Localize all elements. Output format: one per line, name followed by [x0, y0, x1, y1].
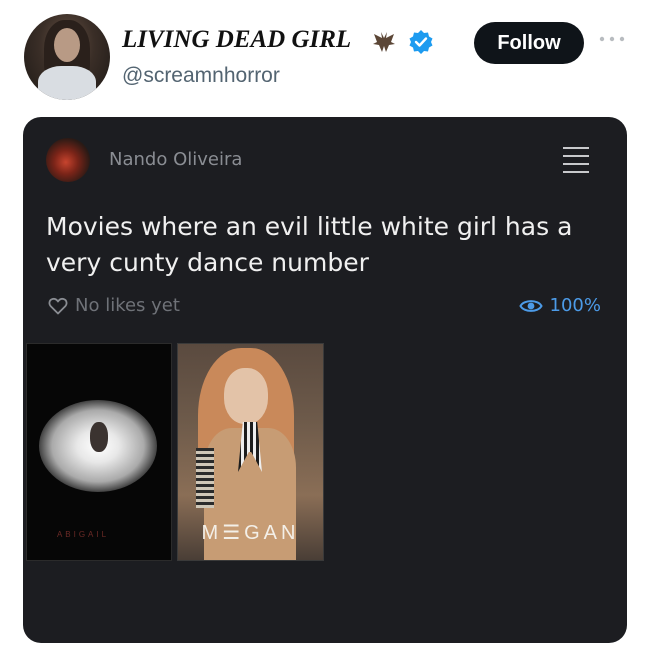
heart-icon — [48, 297, 68, 314]
eye-icon — [518, 299, 543, 312]
doll-sleeve — [196, 448, 214, 508]
menu-icon[interactable] — [563, 147, 589, 177]
likes-indicator[interactable]: No likes yet — [48, 295, 180, 316]
avatar-face — [54, 28, 80, 62]
more-options-icon[interactable] — [598, 34, 626, 44]
doll-face — [224, 368, 268, 424]
post-author-avatar[interactable] — [46, 138, 90, 182]
embedded-post-card[interactable]: Nando Oliveira Movies where an evil litt… — [23, 117, 627, 643]
likes-label: No likes yet — [75, 295, 180, 316]
poster-title-abigail: ABIGAIL — [56, 530, 110, 539]
user-handle[interactable]: @screamnhorror — [122, 64, 280, 88]
poster-megan[interactable]: M☰GAN — [177, 343, 324, 561]
avatar-shirt — [38, 66, 96, 100]
post-text: Movies where an evil little white girl h… — [46, 212, 573, 277]
verified-icon — [409, 30, 433, 54]
poster-abigail[interactable]: ABIGAIL — [26, 343, 172, 561]
views-indicator: 100% — [518, 295, 601, 316]
bat-icon — [373, 32, 395, 52]
profile-avatar[interactable] — [24, 14, 110, 100]
display-name[interactable]: LIVING DEAD GIRL — [122, 26, 351, 54]
poster-title-megan: M☰GAN — [201, 522, 300, 544]
dancer-figure — [90, 422, 108, 452]
follow-button[interactable]: Follow — [474, 22, 584, 64]
post-author-name[interactable]: Nando Oliveira — [109, 149, 242, 170]
views-percent: 100% — [549, 295, 601, 316]
